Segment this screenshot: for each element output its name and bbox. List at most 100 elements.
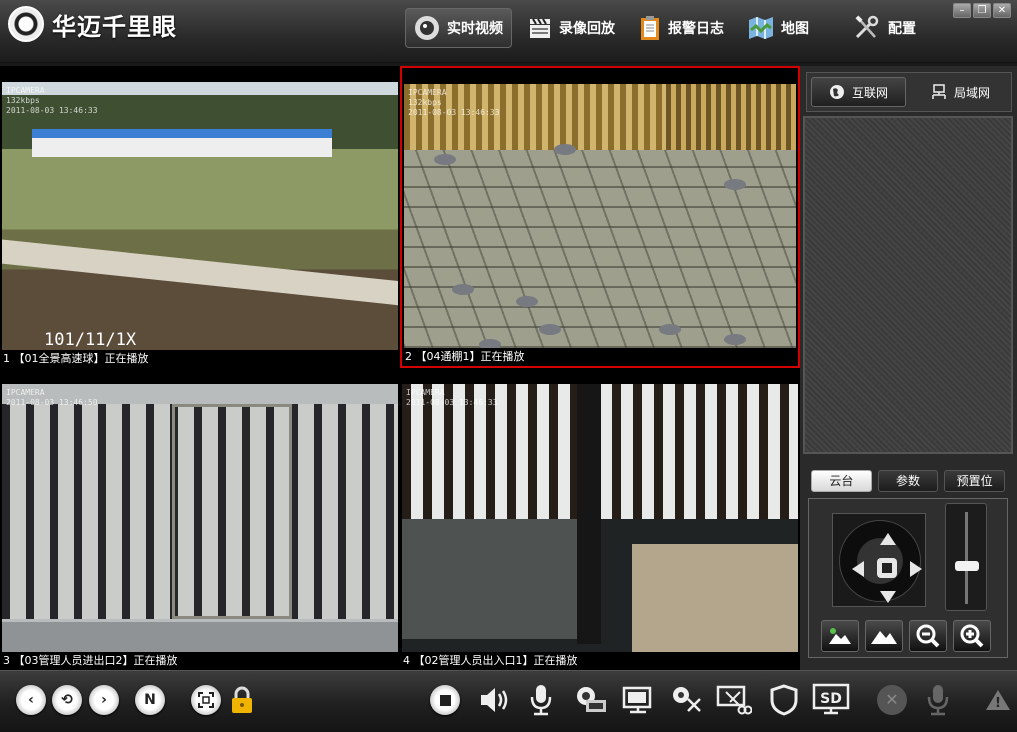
pan-up-button[interactable] [880, 533, 896, 545]
pigeon [724, 179, 746, 190]
title-bar: 华迈千里眼 实时视频 录像回放 报警日志 地图 配置 – ❐ ✕ [0, 0, 1017, 63]
tab-lan-label: 局域网 [953, 85, 990, 100]
bottom-toolbar: ‹ ⟲ › N SD ✕ ! [0, 670, 1017, 732]
disconnect-button[interactable]: ✕ [877, 683, 907, 717]
video-cell-1[interactable]: IPCAMERA 132kbps 2011-08-03 13:46:33 101… [0, 66, 400, 368]
tab-ptz[interactable]: 云台 [811, 470, 872, 492]
capture-button[interactable] [670, 683, 704, 717]
record-button[interactable] [622, 683, 656, 717]
lan-icon [932, 84, 946, 99]
tab-presets[interactable]: 预置位 [944, 470, 1006, 492]
alarm-warning-button[interactable]: ! [985, 683, 1011, 717]
tools-icon [855, 15, 879, 39]
ptz-tabs: 云台 参数 预置位 [803, 466, 1013, 496]
capture-icon [673, 687, 701, 712]
video-stamp: 101/11/1X [44, 330, 137, 350]
pigeon [452, 284, 474, 295]
nav-config[interactable]: 配置 [845, 8, 924, 48]
window-controls: – ❐ ✕ [953, 3, 1011, 18]
nav-live-video[interactable]: 实时视频 [405, 8, 512, 48]
network-tabs: 互联网 局域网 [806, 72, 1012, 112]
pigeon [554, 144, 576, 155]
disabled-close-icon: ✕ [877, 685, 907, 715]
video-caption: 4 【02管理人员出入口1】正在播放 [400, 652, 800, 670]
zoom-slider[interactable] [945, 503, 987, 611]
video-cell-3[interactable]: IPCAMERA 2011-08-03 13:46:50 3 【03管理人员进出… [0, 368, 400, 670]
snapshot-icon [577, 687, 606, 712]
lock-button[interactable] [230, 683, 254, 717]
pan-right-button[interactable] [910, 561, 922, 577]
pigeon [434, 154, 456, 165]
next-button[interactable]: › [89, 683, 119, 717]
chevron-left-icon: ‹ [16, 685, 46, 715]
zoom-in-icon [960, 624, 984, 648]
guard-button[interactable] [770, 683, 798, 717]
nav-playback[interactable]: 录像回放 [520, 8, 623, 48]
focus-near-button[interactable] [821, 620, 859, 652]
map-icon [749, 17, 773, 39]
app-title: 华迈千里眼 [52, 12, 177, 41]
fullscreen-icon [191, 685, 221, 715]
zoom-slider-knob[interactable] [955, 561, 979, 572]
pigeon [724, 334, 746, 345]
zoom-out-icon [916, 624, 940, 648]
nav-alarm-log-label: 报警日志 [668, 21, 724, 37]
pigeon [539, 324, 561, 335]
mute-talk-button[interactable] [925, 683, 951, 717]
clip-button[interactable] [716, 683, 752, 717]
camera-lens-icon [415, 16, 439, 40]
nav-alarm-log[interactable]: 报警日志 [631, 8, 732, 48]
record-icon [622, 686, 652, 714]
video-cell-2[interactable]: IPCAMERA 132kbps 2011-08-03 13:46:33 2 【… [400, 66, 800, 368]
eye-logo-icon [8, 6, 44, 42]
tab-internet-label: 互联网 [851, 85, 888, 100]
pan-left-button[interactable] [852, 561, 864, 577]
minimize-icon[interactable]: – [953, 3, 971, 18]
focus-far-button[interactable] [865, 620, 903, 652]
zoom-in-button[interactable] [953, 620, 991, 652]
ptz-stop-button[interactable] [877, 558, 897, 578]
chevron-right-icon: › [89, 685, 119, 715]
video-cell-4[interactable]: IPCAMERA 2011-08-03 13:46:33 4 【02管理人员出入… [400, 368, 800, 670]
device-tree[interactable] [803, 116, 1013, 454]
previous-button[interactable]: ‹ [16, 683, 46, 717]
right-panel: 互联网 局域网 云台 参数 预置位 [800, 66, 1017, 670]
video-osd: IPCAMERA 132kbps 2011-08-03 13:46:33 [408, 88, 500, 117]
tab-params[interactable]: 参数 [877, 470, 939, 492]
app-logo: 华迈千里眼 [8, 6, 177, 42]
video-osd: IPCAMERA 2011-08-03 13:46:50 [6, 388, 98, 407]
tab-internet[interactable]: 互联网 [811, 77, 906, 107]
pan-down-button[interactable] [880, 591, 896, 603]
pigeon [479, 339, 501, 348]
pigeon [516, 296, 538, 307]
talk-button[interactable] [528, 683, 554, 717]
shield-icon [770, 684, 798, 716]
audio-button[interactable] [478, 683, 512, 717]
tab-lan[interactable]: 局域网 [914, 77, 1007, 107]
restore-icon[interactable]: ❐ [973, 3, 991, 18]
sd-label: SD [820, 691, 842, 707]
globe-icon [829, 85, 844, 99]
close-icon[interactable]: ✕ [993, 3, 1011, 18]
warning-icon: ! [986, 690, 1010, 711]
focus-near-icon [829, 628, 851, 644]
cycle-button[interactable]: ⟲ [52, 683, 82, 717]
sd-button[interactable]: SD [812, 683, 850, 717]
stop-icon [430, 685, 460, 715]
fullscreen-button[interactable] [191, 683, 221, 717]
nav-map-label: 地图 [781, 21, 809, 37]
n-button[interactable]: N [135, 683, 165, 717]
snapshot-button[interactable] [574, 683, 608, 717]
main-nav: 实时视频 录像回放 报警日志 地图 配置 [405, 8, 932, 48]
zoom-out-button[interactable] [909, 620, 947, 652]
direction-pad [832, 513, 926, 607]
clipboard-icon [641, 16, 659, 40]
nav-live-video-label: 实时视频 [447, 21, 503, 37]
stop-all-button[interactable] [430, 683, 460, 717]
nav-map[interactable]: 地图 [740, 8, 817, 48]
warning-label: ! [995, 696, 1001, 711]
lock-icon [232, 686, 252, 713]
disabled-mic-icon [927, 685, 949, 716]
video-feed: IPCAMERA 132kbps 2011-08-03 13:46:33 101… [2, 82, 398, 350]
pigeon [659, 324, 681, 335]
